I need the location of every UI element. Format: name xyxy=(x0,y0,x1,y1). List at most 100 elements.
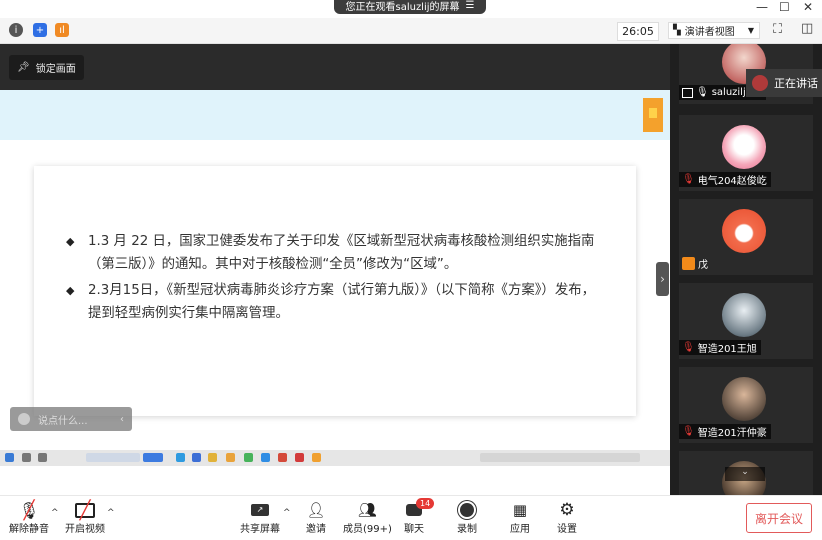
participant-name-tag: 🎙︎ 电气204赵俊屹 xyxy=(679,172,771,187)
share-screen-button[interactable]: ↗ 共享屏幕 xyxy=(240,500,280,535)
participant-name-tag: 🎙︎ 智造201王旭 xyxy=(679,340,761,355)
minimize-icon[interactable]: — xyxy=(756,0,768,14)
close-icon[interactable]: ✕ xyxy=(803,0,813,14)
participant-gallery: 🎙︎ saluziljEm 🎙︎ 电气204赵俊屹 戊 🎙︎ 智造201王旭 🎙… xyxy=(670,44,822,495)
maximize-icon[interactable]: ☐ xyxy=(779,0,790,14)
security-shield-icon[interactable]: + xyxy=(33,23,47,37)
record-button[interactable]: 录制 xyxy=(456,500,478,535)
avatar xyxy=(722,209,766,253)
pin-icon: 📌︎ xyxy=(17,62,30,73)
sidebar-toggle-icon[interactable]: ◫ xyxy=(801,21,813,36)
record-icon xyxy=(456,500,478,520)
shared-screen: 📌︎ 锁定画面 ◆ 1.3 月 22 日，国家卫健委发布了关于印发《区域新型冠状… xyxy=(0,44,670,466)
folder-icon xyxy=(208,453,217,462)
search-icon xyxy=(22,453,31,462)
wechat-icon xyxy=(244,453,253,462)
participant-tile[interactable]: 🎙︎ 智造201汗仲豪 xyxy=(679,367,813,443)
lock-view-button[interactable]: 📌︎ 锁定画面 xyxy=(9,55,84,80)
chevron-left-icon[interactable]: ‹ xyxy=(120,414,124,425)
layout-icon: ▚ xyxy=(673,25,681,36)
participant-name: 智造201王旭 xyxy=(697,344,757,355)
members-button[interactable]: 👥︎ 成员(99+) xyxy=(343,500,392,535)
browser-task-icon xyxy=(86,453,140,462)
participant-name: 戊 xyxy=(698,260,708,271)
app-icon xyxy=(226,453,235,462)
video-off-icon: ╱ xyxy=(74,500,96,521)
gear-icon: ⚙ xyxy=(559,500,575,520)
sharing-banner-text: 您正在观看saluzlij的屏幕 xyxy=(345,1,460,13)
taskview-icon xyxy=(38,453,47,462)
chat-input[interactable]: 说点什么... ‹ xyxy=(10,407,132,431)
record-label: 录制 xyxy=(457,524,477,535)
smile-icon xyxy=(18,413,30,425)
apps-label: 应用 xyxy=(510,524,530,535)
slide-header-band xyxy=(0,90,670,140)
participant-tile[interactable]: 🎙︎ 智造201王旭 xyxy=(679,283,813,359)
fullscreen-icon[interactable]: ⛶ xyxy=(773,22,782,37)
settings-label: 设置 xyxy=(557,524,577,535)
mic-muted-icon: 🎙︎ ╱ xyxy=(18,499,40,521)
share-screen-icon: ↗ xyxy=(249,500,271,520)
presentation-slide: ◆ 1.3 月 22 日，国家卫健委发布了关于印发《区域新型冠状病毒核酸检测组织… xyxy=(0,90,670,450)
slide-bullet: ◆ 1.3 月 22 日，国家卫健委发布了关于印发《区域新型冠状病毒核酸检测组织… xyxy=(66,230,606,276)
mic-muted-icon: 🎙︎ xyxy=(682,426,695,437)
app-task-icon xyxy=(143,453,163,462)
chevron-up-icon[interactable]: ^ xyxy=(51,508,59,518)
wps-icon xyxy=(295,453,304,462)
chat-label: 聊天 xyxy=(404,524,424,535)
meeting-timer: 26:05 xyxy=(617,22,659,41)
info-icon[interactable]: i xyxy=(9,23,23,37)
participant-tile[interactable]: 🎙︎ 电气204赵俊屹 xyxy=(679,115,813,191)
mic-icon: 🎙︎ xyxy=(696,87,709,98)
participant-name: 智造201汗仲豪 xyxy=(697,428,767,439)
apps-button[interactable]: ▦ 应用 xyxy=(509,500,531,535)
sharing-banner[interactable]: 您正在观看saluzlij的屏幕 ☰ xyxy=(334,0,486,14)
slide-bullet: ◆ 2.3月15日，《新型冠状病毒肺炎诊疗方案（试行第九版）》（以下简称《方案》… xyxy=(66,279,606,325)
speaking-label: 正在讲话 xyxy=(774,77,818,90)
app-icon xyxy=(261,453,270,462)
invite-button[interactable]: 👤︎ 邀请 xyxy=(305,500,327,535)
leave-meeting-button[interactable]: 离开会议 xyxy=(746,503,812,533)
invite-label: 邀请 xyxy=(306,524,326,535)
lock-view-label: 锁定画面 xyxy=(35,64,76,75)
slide-tag-graphic xyxy=(643,98,663,132)
participant-name-tag: 戊 xyxy=(679,256,712,271)
speaking-indicator: 正在讲话 xyxy=(746,69,822,97)
chevron-up-icon[interactable]: ^ xyxy=(283,508,291,518)
slide-content-card: ◆ 1.3 月 22 日，国家卫健委发布了关于印发《区域新型冠状病毒核酸检测组织… xyxy=(34,166,636,416)
chevron-down-icon: ▼ xyxy=(747,26,754,35)
edge-icon xyxy=(176,453,185,462)
participant-tile[interactable]: 戊 xyxy=(679,199,813,275)
start-video-label: 开启视频 xyxy=(65,524,105,535)
mail-icon xyxy=(192,453,201,462)
chevron-down-icon[interactable]: ⌄ xyxy=(725,467,765,481)
members-icon: 👥︎ xyxy=(357,501,377,519)
meeting-toolbar: i + ıl 26:05 ▚ 演讲者视图 ▼ ⛶ ◫ xyxy=(0,18,822,44)
start-video-button[interactable]: ╱ 开启视频 xyxy=(65,500,105,536)
mic-muted-icon: 🎙︎ xyxy=(682,174,695,185)
windows-icon xyxy=(5,453,14,462)
diamond-icon: ◆ xyxy=(66,284,75,297)
view-mode-dropdown[interactable]: ▚ 演讲者视图 ▼ xyxy=(668,22,760,39)
meeting-control-bar: 🎙︎ ╱ 解除静音 ^ ╱ 开启视频 ^ ↗ 共享屏幕 ^ 👤︎ 邀请 👥︎ 成员… xyxy=(0,495,822,540)
chevron-up-icon[interactable]: ^ xyxy=(107,508,115,518)
apps-icon: ▦ xyxy=(512,501,528,519)
signal-icon[interactable]: ıl xyxy=(55,23,69,37)
avatar xyxy=(722,293,766,337)
shared-taskbar xyxy=(0,450,670,466)
unmute-button[interactable]: 🎙︎ ╱ 解除静音 xyxy=(9,499,49,536)
mic-muted-icon: 🎙︎ xyxy=(682,342,695,353)
settings-button[interactable]: ⚙ 设置 xyxy=(556,500,578,535)
system-tray xyxy=(480,453,640,462)
avatar xyxy=(722,377,766,421)
share-screen-label: 共享屏幕 xyxy=(240,524,280,535)
collapse-panel-handle[interactable]: › xyxy=(656,262,669,296)
members-label: 成员(99+) xyxy=(343,524,392,535)
title-bar: 您正在观看saluzlij的屏幕 ☰ — ☐ ✕ xyxy=(0,0,822,18)
participant-name: 电气204赵俊屹 xyxy=(697,176,767,187)
user-icon xyxy=(682,257,695,270)
slide-bullet-text: 1.3 月 22 日，国家卫健委发布了关于印发《区域新型冠状病毒核酸检测组织实施… xyxy=(88,234,595,272)
participant-tile[interactable]: ⌄ xyxy=(679,451,813,495)
menu-icon[interactable]: ☰ xyxy=(466,0,475,11)
screen-share-icon xyxy=(682,87,693,98)
